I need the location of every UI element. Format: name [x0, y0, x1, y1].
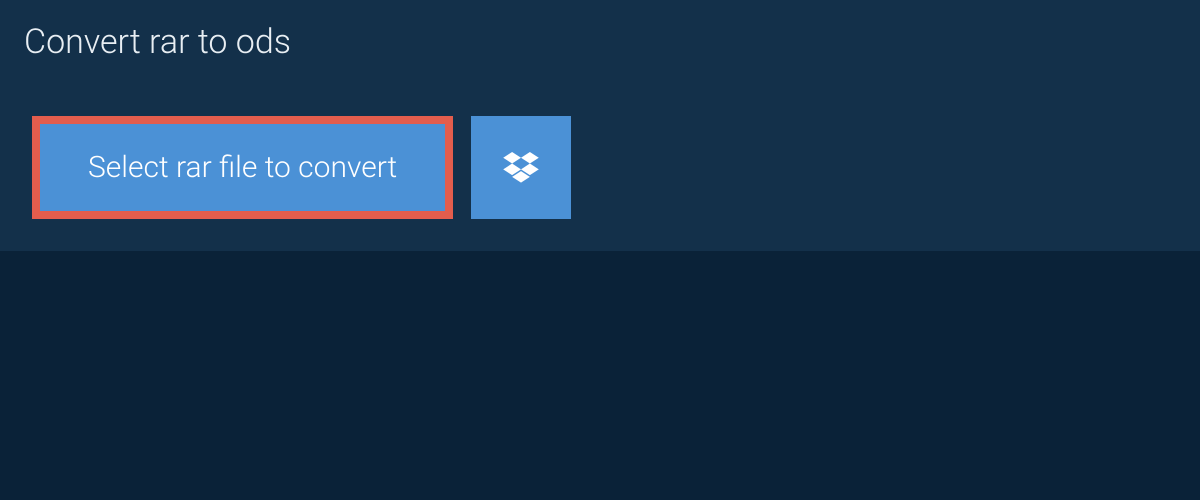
- action-row: Select rar file to convert: [0, 84, 1200, 219]
- converter-panel: Convert rar to ods Select rar file to co…: [0, 0, 1200, 251]
- select-file-label: Select rar file to convert: [88, 150, 397, 185]
- select-file-button[interactable]: Select rar file to convert: [32, 116, 453, 219]
- page-title: Convert rar to ods: [0, 0, 335, 84]
- dropbox-button[interactable]: [471, 116, 571, 219]
- dropbox-icon: [503, 152, 539, 184]
